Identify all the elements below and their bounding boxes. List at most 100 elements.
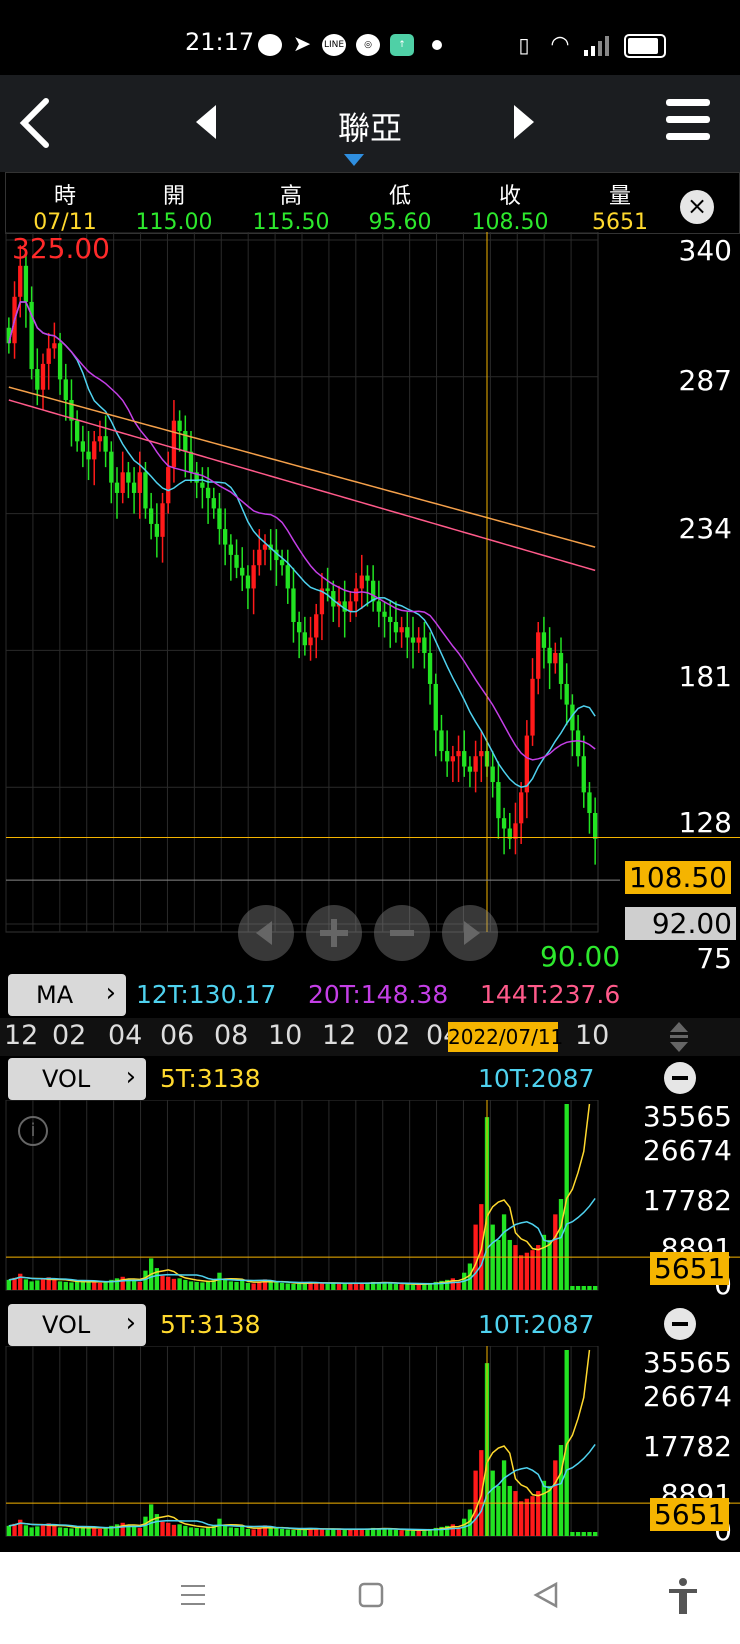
volume-bar	[171, 1278, 177, 1290]
volume-bar	[52, 1279, 57, 1290]
volume-bar	[410, 1530, 416, 1536]
candle	[388, 616, 393, 623]
volume-bar	[103, 1281, 108, 1290]
candle	[40, 363, 46, 390]
volume-bar	[274, 1282, 279, 1290]
volume-bar	[530, 1250, 535, 1290]
volume-bar	[399, 1530, 404, 1536]
volume-bar	[388, 1529, 393, 1536]
vol-axis-label: 17782	[642, 1184, 732, 1217]
volume-bar	[325, 1529, 330, 1536]
volume-bar	[137, 1281, 142, 1290]
candle	[439, 730, 444, 752]
volume-bar	[188, 1527, 194, 1536]
volume-bar	[513, 1491, 518, 1536]
candle	[433, 683, 438, 731]
x-axis-tick-label: 02	[376, 1020, 411, 1051]
x-axis-tick-label: 08	[214, 1020, 249, 1051]
candle	[18, 265, 23, 297]
volume-bar	[410, 1284, 416, 1290]
candle	[120, 472, 125, 493]
volume-bar	[416, 1284, 421, 1290]
volume-bar	[177, 1278, 182, 1290]
volume-bar	[285, 1529, 290, 1536]
volume-bar	[57, 1281, 63, 1290]
y-axis-label: 75	[696, 942, 732, 975]
candle	[314, 614, 319, 638]
volume-bar	[97, 1282, 103, 1290]
chevron-right-icon: ›	[105, 978, 116, 1008]
volume-bar	[342, 1529, 347, 1536]
y-axis-label: 340	[678, 234, 732, 267]
candle	[496, 782, 501, 819]
close-quote-button[interactable]: ×	[680, 190, 714, 224]
volume-bar	[74, 1281, 80, 1290]
stock-title[interactable]: 聯亞	[0, 103, 740, 149]
volume-bar	[399, 1284, 404, 1290]
volume-bar	[40, 1278, 46, 1290]
volume-bar	[291, 1529, 296, 1536]
vol-indicator-button[interactable]: VOL ›	[8, 1058, 146, 1100]
volume-bar	[518, 1501, 524, 1536]
candle	[353, 588, 359, 602]
recent-apps-button[interactable]	[178, 1580, 208, 1610]
close-icon: ×	[686, 192, 708, 220]
chevron-right-icon: ›	[125, 1308, 136, 1338]
volume-bar	[388, 1283, 393, 1290]
candle	[97, 436, 103, 442]
title-bar: 聯亞	[0, 75, 740, 172]
next-stock-button[interactable]	[510, 99, 540, 145]
scroll-right-button[interactable]	[442, 905, 498, 961]
remove-panel-button[interactable]	[664, 1062, 696, 1094]
volume-bar	[103, 1527, 108, 1536]
ma-indicator-button[interactable]: MA ›	[8, 974, 126, 1016]
next-triangle-icon	[514, 105, 534, 139]
remove-panel-button[interactable]	[664, 1308, 696, 1340]
volume-bar	[291, 1283, 296, 1290]
volume-bar	[86, 1527, 91, 1536]
volume-bar	[92, 1282, 97, 1290]
volume-bar	[222, 1279, 228, 1290]
volume-bar	[541, 1234, 547, 1290]
volume-bar	[194, 1527, 199, 1536]
candle	[211, 498, 216, 509]
candle	[80, 441, 86, 452]
volume-bar	[496, 1239, 501, 1290]
app-icon: ◎	[356, 34, 380, 56]
vol-axis-label: 35565	[642, 1346, 732, 1379]
candle	[405, 627, 410, 638]
resize-handle-icon[interactable]	[668, 1020, 690, 1054]
volume-bar	[547, 1485, 552, 1536]
candle	[479, 751, 484, 757]
battery-icon	[624, 34, 666, 58]
volume-bar	[97, 1528, 103, 1536]
volume-bar	[530, 1496, 535, 1536]
scroll-left-button[interactable]	[238, 905, 294, 961]
zoom-out-button[interactable]	[374, 905, 430, 961]
info-icon[interactable]: i	[18, 1116, 48, 1146]
telegram-icon: ➤	[292, 32, 312, 57]
candle	[52, 343, 57, 349]
candle	[154, 523, 160, 537]
volume-bar	[587, 1286, 592, 1290]
vol-ma10-value: 10T:2087	[478, 1064, 595, 1093]
volume-chart[interactable]	[0, 1100, 740, 1302]
volume-bar	[359, 1282, 364, 1290]
volume-bar	[200, 1282, 205, 1290]
vol-ma5-value: 5T:3138	[160, 1310, 261, 1339]
discord-icon	[258, 34, 282, 56]
system-back-button[interactable]	[532, 1580, 562, 1610]
menu-button[interactable]	[666, 95, 712, 145]
volume-bar	[217, 1518, 222, 1536]
volume-chart-2[interactable]	[0, 1346, 740, 1548]
back-triangle-icon	[533, 1581, 558, 1609]
candle	[188, 451, 194, 473]
x-axis-tick-label: 04	[108, 1020, 143, 1051]
zoom-in-button[interactable]	[306, 905, 362, 961]
volume-bar	[63, 1527, 68, 1536]
accessibility-button[interactable]	[666, 1576, 700, 1616]
home-button[interactable]	[356, 1580, 386, 1610]
hamburger-menu-icon	[666, 99, 710, 140]
volume-bar	[547, 1239, 552, 1290]
vol-indicator-button-2[interactable]: VOL ›	[8, 1304, 146, 1346]
